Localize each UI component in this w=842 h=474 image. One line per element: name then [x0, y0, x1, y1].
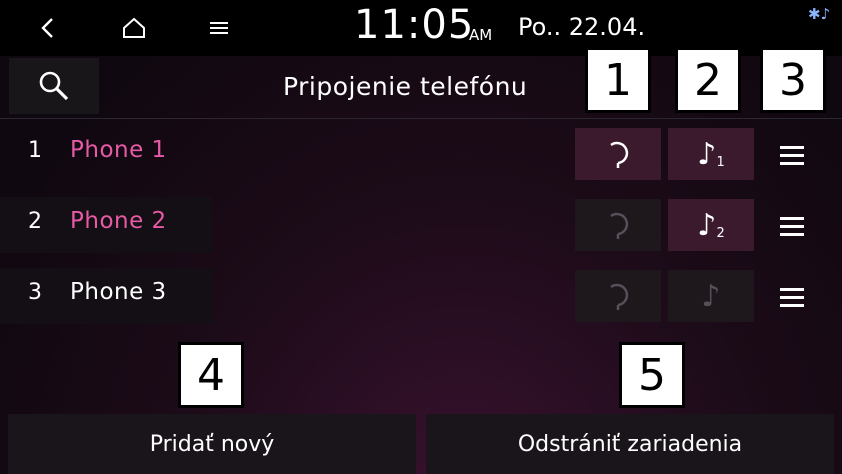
audio-streaming-button[interactable]: ♪: [668, 270, 754, 322]
handsfree-icon: [610, 141, 629, 168]
handsfree-icon: [610, 212, 629, 239]
device-row[interactable]: 3 Phone 3 ♪: [0, 268, 842, 324]
device-name: Phone 2: [70, 208, 167, 234]
handsfree-icon: [610, 283, 629, 310]
connect-phone-button[interactable]: [575, 128, 661, 180]
device-index: 3: [28, 280, 42, 305]
device-row[interactable]: 1 Phone 1 ♪ 1: [0, 126, 842, 182]
home-icon[interactable]: [110, 8, 158, 48]
back-icon[interactable]: [24, 8, 72, 48]
bluetooth-audio-icon: ✱♪: [808, 5, 831, 23]
callout-3: 3: [760, 47, 826, 113]
callout-1: 1: [585, 47, 651, 113]
connect-phone-button[interactable]: [575, 270, 661, 322]
device-menu-icon[interactable]: [772, 211, 812, 241]
search-icon: [39, 71, 69, 101]
add-new-button[interactable]: Pridať nový: [8, 414, 416, 474]
audio-streaming-button[interactable]: ♪ 1: [668, 128, 754, 180]
device-name: Phone 3: [70, 279, 167, 305]
audio-sub-label: 1: [716, 154, 725, 170]
search-button[interactable]: [9, 58, 99, 114]
clock: 11:05: [354, 2, 475, 48]
menu-icon[interactable]: [195, 8, 243, 48]
callout-2: 2: [675, 47, 741, 113]
music-note-icon: ♪: [697, 136, 717, 172]
device-menu-icon[interactable]: [772, 282, 812, 312]
callout-4: 4: [178, 342, 244, 408]
audio-streaming-button[interactable]: ♪ 2: [668, 199, 754, 251]
header-divider: [0, 118, 842, 119]
music-note-icon: ♪: [697, 207, 717, 243]
connect-phone-button[interactable]: [575, 199, 661, 251]
device-menu-icon[interactable]: [772, 140, 812, 170]
audio-sub-label: 2: [716, 225, 725, 241]
device-name: Phone 1: [70, 137, 167, 163]
device-index: 2: [28, 209, 42, 234]
device-index: 1: [28, 138, 42, 163]
remove-devices-button[interactable]: Odstrániť zariadenia: [426, 414, 834, 474]
device-row[interactable]: 2 Phone 2 ♪ 2: [0, 197, 842, 253]
music-note-icon: ♪: [701, 278, 721, 314]
callout-5: 5: [619, 342, 685, 408]
ampm-label: AM: [469, 26, 493, 44]
page-title: Pripojenie telefónu: [283, 72, 528, 101]
date-label: Po.. 22.04.: [518, 13, 646, 41]
